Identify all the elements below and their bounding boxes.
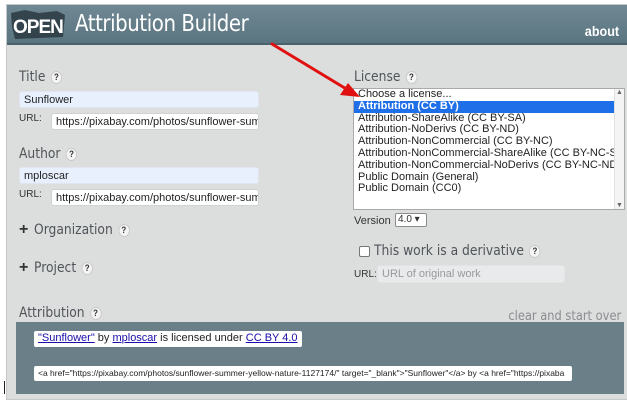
attribution-help-icon[interactable]: ? [89, 307, 102, 320]
organization-expand-icon[interactable]: + [19, 221, 28, 239]
title-label-text: Title [19, 69, 46, 85]
derivative-url-label: URL: [354, 269, 377, 280]
license-options: Choose a license... Attribution (CC BY) At… [354, 89, 624, 195]
attribution-label-text: Attribution [19, 305, 85, 321]
author-input[interactable]: mploscar [19, 167, 259, 184]
project-help-icon[interactable]: ? [81, 262, 93, 275]
app-title: Attribution Builder [75, 11, 249, 37]
organization-label: Organization [34, 222, 113, 238]
logo-text: OPEN [13, 17, 64, 38]
author-label: Author? [19, 146, 78, 162]
derivative-label-text: This work is a derivative [374, 243, 524, 259]
version-select[interactable]: 4.0 ▾ [395, 213, 427, 227]
organization-help-icon[interactable]: ? [118, 224, 130, 237]
attribution-licensed-text: is licensed under [157, 332, 246, 344]
header-bar: OPEN Attribution Builder about [7, 5, 627, 45]
author-help-icon[interactable]: ? [65, 148, 78, 161]
author-url-label: URL: [19, 189, 42, 200]
project-toggle[interactable]: Project? [34, 260, 93, 276]
version-label: Version [354, 215, 391, 227]
project-expand-icon[interactable]: + [19, 259, 28, 277]
license-scrollbar[interactable]: ▲ ▼ [614, 89, 624, 209]
license-option[interactable]: Public Domain (CC0) [354, 183, 624, 195]
attribution-html-code[interactable]: <a href="https://pixabay.com/photos/sunf… [34, 366, 572, 381]
license-option[interactable]: Attribution-NonCommercial-ShareAlike (CC… [354, 147, 624, 160]
scroll-up-icon[interactable]: ▲ [616, 89, 623, 96]
about-link[interactable]: about [585, 23, 619, 39]
attribution-rich-text[interactable]: "Sunflower" by mploscar is licensed unde… [34, 331, 302, 347]
derivative-label: This work is a derivative? [374, 243, 541, 259]
license-option[interactable]: Attribution-NonCommercial-NoDerivs (CC B… [354, 159, 624, 172]
title-url-input[interactable]: https://pixabay.com/photos/sunflower-sum… [51, 113, 259, 130]
license-link[interactable]: CC BY 4.0 [246, 332, 298, 344]
title-help-icon[interactable]: ? [50, 71, 63, 84]
author-label-text: Author [19, 146, 61, 162]
project-label: Project [34, 260, 77, 276]
attribution-label: Attribution? [19, 305, 102, 321]
open-logo[interactable]: OPEN [9, 9, 67, 41]
text-cursor [4, 381, 5, 394]
scroll-down-icon[interactable]: ▼ [616, 202, 623, 209]
derivative-help-icon[interactable]: ? [529, 245, 541, 258]
license-label-text: License [354, 69, 401, 85]
title-label: Title? [19, 69, 63, 85]
license-help-icon[interactable]: ? [405, 71, 418, 84]
work-title-link[interactable]: "Sunflower" [38, 332, 95, 344]
derivative-url-input[interactable]: URL of original work [377, 265, 565, 283]
title-url-label: URL: [19, 113, 42, 124]
author-url-input[interactable]: https://pixabay.com/photos/sunflower-sum… [51, 189, 259, 206]
attribution-by-text: by [94, 332, 113, 344]
license-listbox[interactable]: Choose a license... Attribution (CC BY) At… [353, 88, 625, 210]
author-link[interactable]: mploscar [112, 332, 157, 344]
title-input[interactable]: Sunflower [19, 91, 259, 108]
license-label: License? [354, 69, 418, 85]
license-option[interactable]: Attribution (CC BY) [354, 100, 624, 113]
derivative-checkbox[interactable] [359, 246, 370, 257]
organization-toggle[interactable]: Organization? [34, 222, 130, 238]
